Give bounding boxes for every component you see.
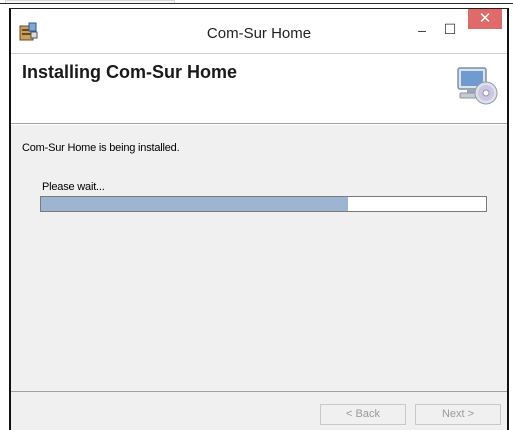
installer-window: Com-Sur Home – ☐ ✕ Installing Com-Sur Ho… <box>9 8 509 430</box>
progress-fill <box>41 197 349 211</box>
title-bar[interactable]: Com-Sur Home – ☐ ✕ <box>11 9 507 53</box>
close-button[interactable]: ✕ <box>468 9 502 29</box>
button-bar: < Back Next > <box>11 392 507 430</box>
back-button[interactable]: < Back <box>320 404 406 425</box>
maximize-button[interactable]: ☐ <box>441 19 459 39</box>
window-title: Com-Sur Home <box>206 25 312 42</box>
progress-label: Please wait... <box>42 181 105 193</box>
next-button[interactable]: Next > <box>415 404 501 425</box>
status-text: Com-Sur Home is being installed. <box>22 142 180 154</box>
header-banner: Installing Com-Sur Home <box>11 54 507 124</box>
background-border <box>0 3 513 4</box>
install-progress-bar <box>40 196 487 212</box>
screen: Com-Sur Home – ☐ ✕ Installing Com-Sur Ho… <box>0 0 513 430</box>
computer-disc-icon <box>457 67 498 105</box>
minimize-button[interactable]: – <box>413 20 431 40</box>
content-panel: Com-Sur Home is being installed. Please … <box>11 125 507 391</box>
page-title: Installing Com-Sur Home <box>22 62 238 82</box>
